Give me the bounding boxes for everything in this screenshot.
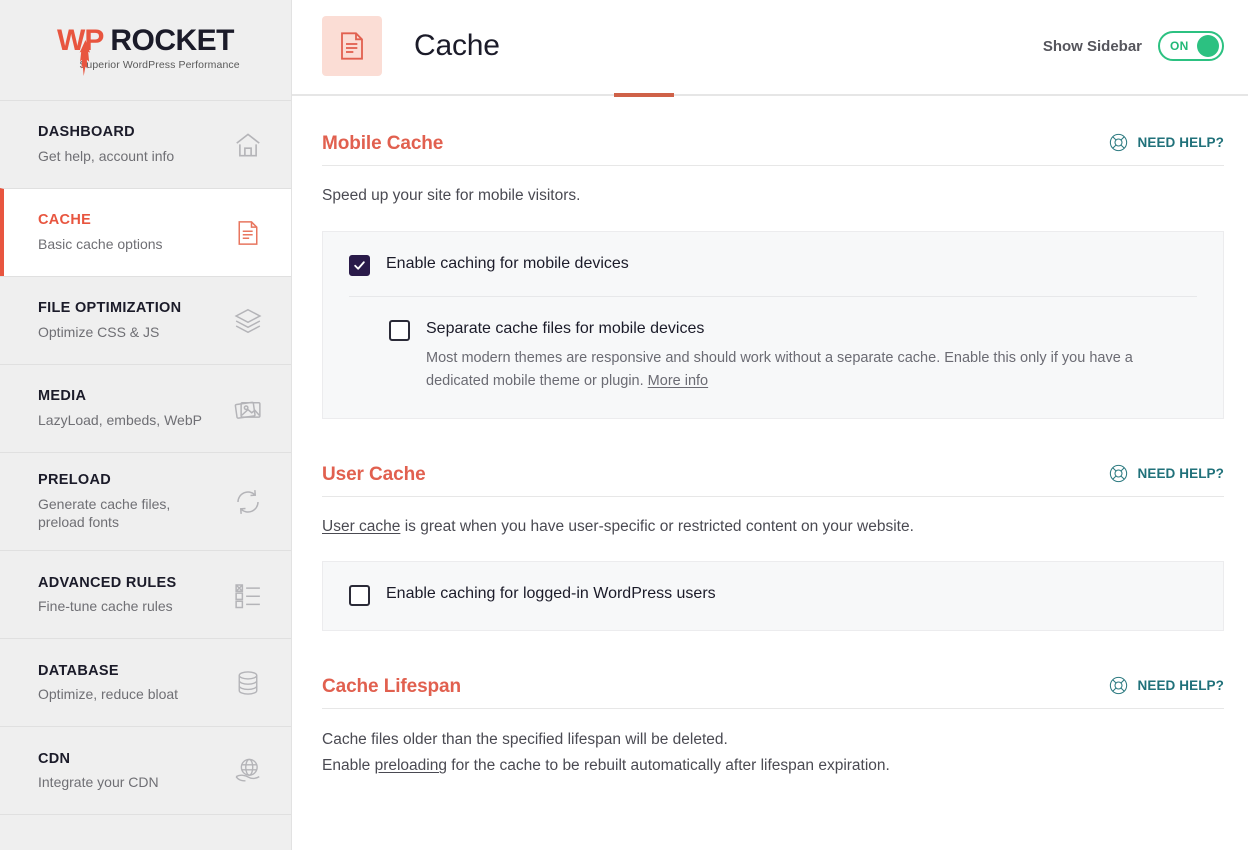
lifebuoy-icon [1108, 132, 1129, 153]
user-cache-options-box: Enable caching for logged-in WordPress u… [322, 561, 1224, 632]
refresh-icon [231, 485, 265, 519]
sidebar-item-title: ADVANCED RULES [38, 574, 177, 591]
sidebar-item-file-optimization[interactable]: FILE OPTIMIZATION Optimize CSS & JS [0, 276, 291, 364]
section-description-rest: is great when you have user-specific or … [400, 517, 914, 535]
sidebar-item-title: CACHE [38, 212, 92, 229]
sidebar-item-cdn[interactable]: CDN Integrate your CDN [0, 726, 291, 814]
sidebar-item-partial[interactable] [0, 814, 291, 850]
option-label: Enable caching for mobile devices [386, 254, 629, 272]
lifespan-line-1: Cache files older than the specified lif… [322, 731, 728, 749]
sidebar-item-title: FILE OPTIMIZATION [38, 300, 182, 317]
sidebar-item-title: MEDIA [38, 388, 87, 405]
need-help-label: NEED HELP? [1137, 465, 1224, 481]
option-label: Enable caching for logged-in WordPress u… [386, 585, 716, 603]
section-description: Speed up your site for mobile visitors. [322, 187, 581, 204]
show-sidebar-toggle[interactable]: ON [1158, 31, 1224, 61]
option-divider [349, 295, 1197, 297]
page-header: Cache Show Sidebar ON [292, 0, 1248, 92]
sidebar-item-database[interactable]: DATABASE Optimize, reduce bloat [0, 638, 291, 726]
need-help-link[interactable]: NEED HELP? [1108, 132, 1224, 155]
sidebar-item-title: DASHBOARD [38, 124, 135, 141]
sidebar-item-desc: Basic cache options [38, 235, 163, 252]
need-help-link[interactable]: NEED HELP? [1108, 463, 1224, 486]
section-title: Cache Lifespan [322, 676, 462, 698]
checkbox-enable-logged-in-caching[interactable] [349, 585, 370, 607]
lifespan-line-2-before: Enable [322, 757, 375, 775]
section-header: User Cache NEED HELP? [322, 463, 1224, 497]
need-help-link[interactable]: NEED HELP? [1108, 675, 1224, 698]
images-icon [231, 392, 265, 426]
sidebar-item-title: DATABASE [38, 662, 119, 679]
sidebar-item-desc: Generate cache files, preload fonts [38, 495, 171, 531]
sidebar-item-media[interactable]: MEDIA LazyLoad, embeds, WebP [0, 364, 291, 452]
sidebar-item-title: CDN [38, 750, 71, 767]
database-icon [231, 666, 265, 700]
need-help-label: NEED HELP? [1137, 678, 1224, 694]
document-icon [231, 216, 265, 250]
page-title: Cache [414, 29, 500, 62]
sidebar-item-desc: Fine-tune cache rules [38, 598, 173, 615]
preloading-link[interactable]: preloading [375, 757, 447, 774]
toggle-knob [1197, 35, 1219, 57]
option-enable-mobile-caching[interactable]: Enable caching for mobile devices [349, 254, 1197, 276]
cache-lifespan-description: Cache files older than the specified lif… [322, 727, 1224, 779]
document-icon [322, 16, 382, 76]
tab-underline [292, 93, 1248, 97]
lifespan-line-2-after: for the cache to be rebuilt automaticall… [446, 757, 890, 775]
option-help-body: Most modern themes are responsive and sh… [426, 349, 1133, 390]
main-panel: Cache Show Sidebar ON Mobile Cache NEED … [292, 0, 1248, 850]
lifebuoy-icon [1108, 463, 1129, 484]
more-info-link[interactable]: More info [648, 373, 708, 389]
cdn-globe-icon [231, 754, 265, 788]
section-description: User cache is great when you have user-s… [322, 515, 1224, 540]
sidebar-item-cache[interactable]: CACHE Basic cache options [0, 188, 291, 276]
need-help-label: NEED HELP? [1137, 135, 1224, 150]
logo-rocket-text: ROCKET [110, 23, 234, 57]
section-title: Mobile Cache [322, 133, 444, 154]
option-separate-cache-files[interactable]: Separate cache files for mobile devices … [349, 319, 1197, 394]
option-help-text: Most modern themes are responsive and sh… [426, 347, 1197, 394]
header-actions: Show Sidebar ON [1043, 31, 1224, 61]
app-root: WP ROCKET Superior WordPress Performance… [0, 0, 1248, 850]
section-header: Cache Lifespan NEED HELP? [322, 675, 1224, 710]
sidebar-item-desc: Optimize, reduce bloat [38, 686, 179, 703]
checklist-icon [231, 578, 265, 612]
section-cache-lifespan: Cache Lifespan NEED HELP? Cache files ol… [322, 675, 1224, 779]
sidebar-item-advanced-rules[interactable]: ADVANCED RULES Fine-tune cache rules [0, 550, 291, 638]
sidebar-item-desc: LazyLoad, embeds, WebP [38, 411, 202, 428]
home-icon [231, 128, 265, 162]
section-title: User Cache [322, 463, 426, 485]
show-sidebar-label: Show Sidebar [1042, 37, 1142, 55]
sidebar-item-title: PRELOAD [38, 472, 111, 488]
section-header: Mobile Cache NEED HELP? [322, 132, 1224, 166]
user-cache-link[interactable]: User cache [322, 518, 400, 535]
mobile-cache-options-box: Enable caching for mobile devices Separa… [322, 230, 1224, 419]
settings-content: Mobile Cache NEED HELP? Speed up your si… [292, 132, 1248, 848]
sidebar-item-desc: Get help, account info [38, 147, 175, 164]
sidebar: WP ROCKET Superior WordPress Performance… [0, 0, 292, 850]
sidebar-item-preload[interactable]: PRELOAD Generate cache files, preload fo… [0, 452, 291, 550]
sidebar-item-desc: Integrate your CDN [38, 774, 159, 791]
rocket-flame-icon [79, 39, 91, 76]
sidebar-item-desc: Optimize CSS & JS [38, 323, 160, 340]
section-user-cache: User Cache NEED HELP? User cache is grea… [322, 463, 1224, 632]
option-label: Separate cache files for mobile devices [426, 319, 705, 337]
layers-icon [231, 304, 265, 338]
checkbox-separate-cache-files[interactable] [389, 319, 410, 341]
toggle-state-label: ON [1170, 39, 1189, 53]
section-mobile-cache: Mobile Cache NEED HELP? Speed up your si… [322, 132, 1224, 419]
option-enable-logged-in-caching[interactable]: Enable caching for logged-in WordPress u… [349, 584, 1197, 607]
lifespan-line-2: Enable preloading for the cache to be re… [322, 753, 1224, 779]
checkbox-enable-mobile-caching[interactable] [349, 254, 370, 276]
brand-logo: WP ROCKET Superior WordPress Performance [0, 0, 291, 100]
sidebar-item-dashboard[interactable]: DASHBOARD Get help, account info [0, 100, 291, 188]
lifebuoy-icon [1108, 675, 1129, 696]
sidebar-nav: DASHBOARD Get help, account info CACHE B… [0, 100, 291, 850]
